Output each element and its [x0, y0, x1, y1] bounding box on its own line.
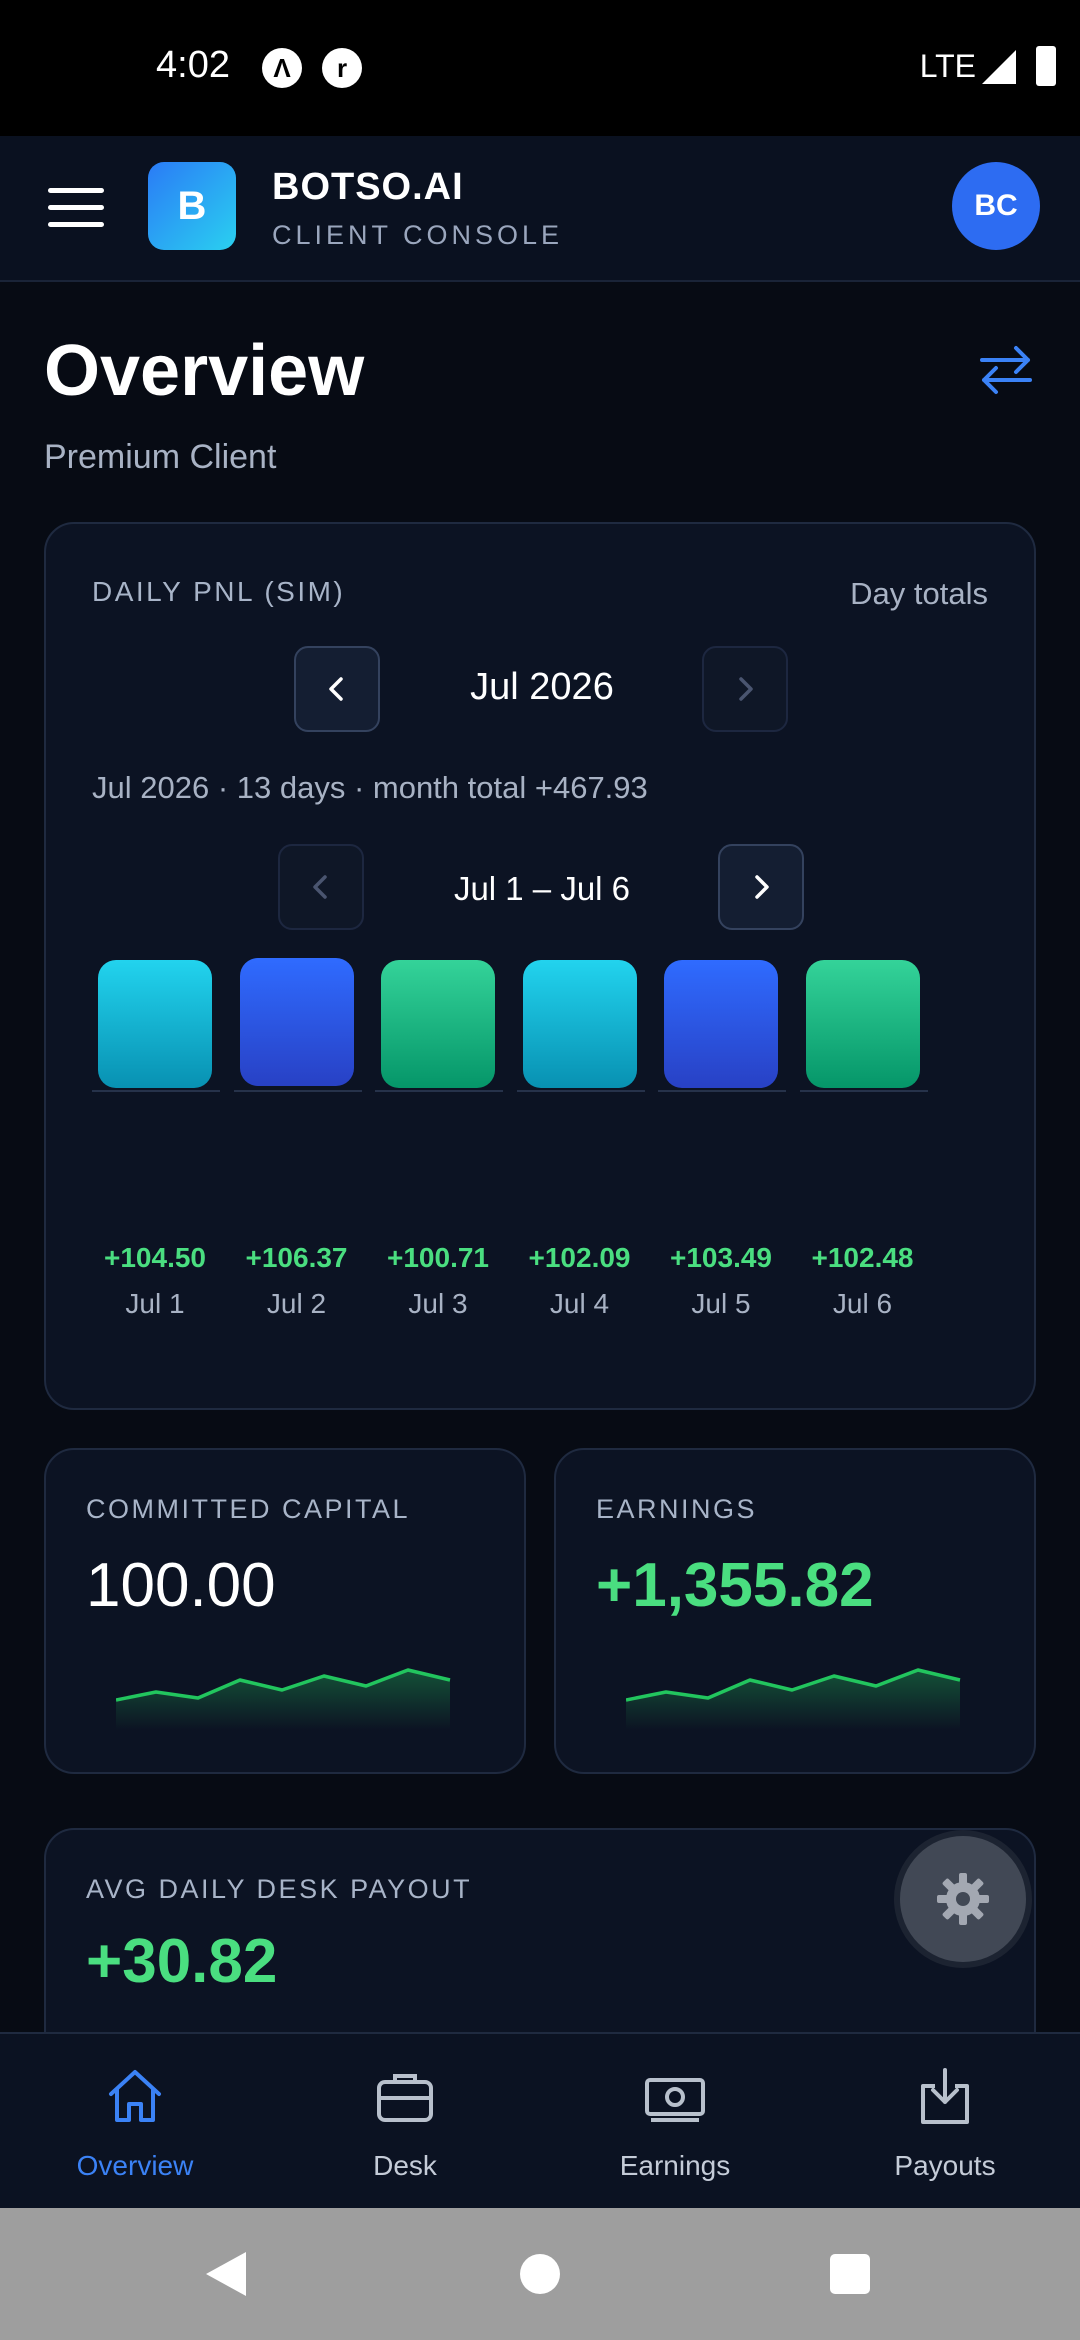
bar-date-label: Jul 5: [691, 1288, 751, 1319]
app-notification-icon-2: r: [322, 48, 362, 88]
avatar[interactable]: BC: [952, 162, 1040, 250]
bar-value-label: +106.37: [245, 1242, 348, 1273]
bar-baseline: [233, 1090, 362, 1092]
next-month-button[interactable]: [702, 646, 788, 732]
brand-logo: B: [148, 162, 236, 250]
system-nav-bar: [0, 2208, 1080, 2340]
pnl-bar[interactable]: [664, 960, 778, 1088]
nav-overview-label: Overview: [76, 2150, 194, 2181]
bar-date-label: Jul 6: [832, 1288, 893, 1319]
back-icon[interactable]: [206, 2252, 246, 2296]
bar-baseline: [375, 1090, 503, 1092]
month-summary: Jul 2026 · 13 days · month total +467.93: [92, 770, 648, 805]
page-title: Overview: [44, 331, 365, 411]
bar-date-label: Jul 4: [549, 1288, 610, 1319]
next-range-button[interactable]: [718, 844, 804, 930]
app-header: B BOTSO.AI CLIENT CONSOLE BC: [0, 136, 1080, 282]
nav-desk-label: Desk: [373, 2150, 437, 2181]
nav-earnings-label: Earnings: [619, 2150, 731, 2181]
earnings-label: EARNINGS: [596, 1494, 758, 1524]
committed-sparkline: [116, 1668, 451, 1730]
nav-desk[interactable]: Desk: [270, 2034, 540, 2210]
nav-payouts-label: Payouts: [894, 2150, 996, 2181]
bar-date-label: Jul 2: [266, 1288, 327, 1319]
pnl-card-label: DAILY PNL (SIM): [92, 576, 346, 607]
menu-icon[interactable]: [48, 188, 104, 228]
brand-name: BOTSO.AI: [272, 166, 464, 208]
pnl-bar[interactable]: [805, 960, 920, 1088]
banknote-icon: [645, 2078, 705, 2122]
bar-value-label: +103.49: [670, 1242, 772, 1273]
network-type: LTE: [919, 48, 976, 84]
pnl-bar[interactable]: [98, 960, 212, 1088]
nav-earnings[interactable]: Earnings: [540, 2034, 810, 2210]
avg-payout-label: AVG DAILY DESK PAYOUT: [86, 1874, 473, 1904]
gear-icon: [937, 1873, 989, 1925]
battery-icon: [1036, 46, 1056, 86]
bottom-nav: Overview Desk Earnings Payouts: [0, 2032, 1080, 2208]
committed-capital-value: 100.00: [86, 1551, 276, 1620]
home-icon: [109, 2070, 161, 2122]
day-totals-toggle[interactable]: Day totals: [850, 576, 988, 612]
bar-value-label: +104.50: [104, 1242, 206, 1273]
briefcase-icon: [377, 2074, 433, 2122]
month-label: Jul 2026: [470, 666, 614, 708]
pnl-bar[interactable]: [239, 958, 354, 1086]
committed-capital-card: COMMITTED CAPITAL 100.00: [44, 1448, 526, 1774]
bar-baseline: [799, 1090, 928, 1092]
nav-payouts[interactable]: Payouts: [810, 2034, 1080, 2210]
earnings-value: +1,355.82: [596, 1551, 874, 1620]
recents-icon[interactable]: [830, 2254, 870, 2294]
status-time: 4:02: [156, 44, 230, 86]
bar-baseline: [658, 1090, 786, 1092]
bar-date-label: Jul 1: [125, 1288, 185, 1319]
brand-subtitle: CLIENT CONSOLE: [272, 220, 564, 250]
bar-value-label: +102.48: [811, 1242, 914, 1273]
chevron-right-icon: [755, 875, 769, 899]
swap-icon[interactable]: [976, 340, 1036, 400]
chevron-right-icon: [739, 677, 753, 701]
page-subtitle: Premium Client: [44, 438, 277, 476]
daily-pnl-card: DAILY PNL (SIM) Day totals Jul 2026 Jul …: [44, 522, 1036, 1410]
committed-capital-label: COMMITTED CAPITAL: [86, 1494, 411, 1524]
bar-baseline: [516, 1090, 645, 1092]
avg-payout-value: +30.82: [86, 1927, 278, 1996]
home-circle-icon[interactable]: [520, 2254, 560, 2294]
signal-icon: [982, 50, 1016, 84]
pnl-bar[interactable]: [381, 960, 495, 1088]
earnings-card: EARNINGS +1,355.82: [554, 1448, 1036, 1774]
pnl-bar[interactable]: [522, 960, 637, 1088]
nav-overview[interactable]: Overview: [0, 2034, 270, 2210]
bar-value-label: +100.71: [387, 1242, 489, 1273]
bar-baseline: [92, 1090, 220, 1092]
earnings-sparkline: [626, 1668, 961, 1730]
status-bar: 4:02 Λ r LTE: [0, 0, 1080, 136]
bar-date-label: Jul 3: [408, 1288, 468, 1319]
app-notification-icon: Λ: [262, 48, 302, 88]
download-icon: [921, 2068, 969, 2124]
range-label: Jul 1 – Jul 6: [453, 870, 631, 907]
bar-value-label: +102.09: [528, 1242, 631, 1273]
settings-fab[interactable]: [900, 1836, 1026, 1962]
